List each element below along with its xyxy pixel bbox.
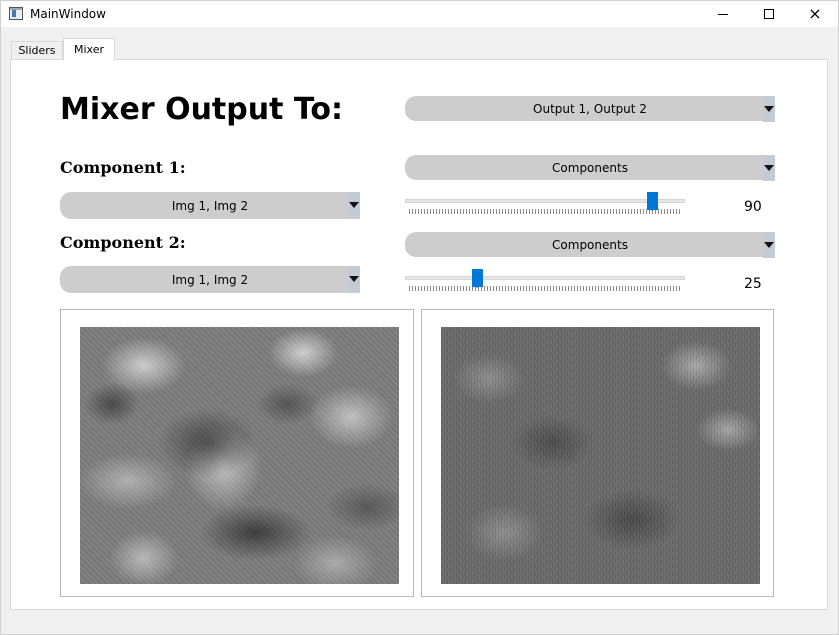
- slider-ticks: [409, 286, 681, 291]
- component-2-label: Component 2:: [60, 233, 186, 252]
- minimize-icon: [718, 13, 728, 15]
- slider-ticks: [409, 209, 681, 214]
- component-1-image-value: Img 1, Img 2: [171, 198, 249, 213]
- output-1-view: [80, 327, 399, 584]
- component-2-image-select[interactable]: Img 1, Img 2: [60, 266, 360, 293]
- component-2-image-value: Img 1, Img 2: [171, 272, 249, 287]
- component-1-type-select[interactable]: Components: [405, 155, 775, 181]
- tab-mixer[interactable]: Mixer: [63, 38, 115, 60]
- component-2-type-select[interactable]: Components: [405, 232, 775, 258]
- chevron-down-icon[interactable]: [763, 96, 775, 122]
- maximize-button[interactable]: [746, 1, 792, 27]
- tab-sliders[interactable]: Sliders: [11, 41, 63, 59]
- main-window: MainWindow × Sliders Mixer Mixer Output …: [0, 0, 839, 635]
- output-2-view: [441, 327, 760, 584]
- mixer-output-heading: Mixer Output To:: [60, 92, 343, 127]
- component-2-type-value: Components: [552, 237, 628, 252]
- title-bar[interactable]: MainWindow ×: [1, 1, 838, 27]
- component-2-slider[interactable]: [405, 269, 685, 293]
- component-1-type-value: Components: [552, 160, 628, 175]
- component-1-label: Component 1:: [60, 158, 186, 177]
- window-title: MainWindow: [30, 7, 106, 21]
- chevron-down-icon[interactable]: [763, 232, 775, 258]
- minimize-button[interactable]: [700, 1, 746, 27]
- output-2-frame: [421, 309, 774, 597]
- slider-handle[interactable]: [647, 192, 659, 211]
- close-button[interactable]: ×: [792, 1, 838, 27]
- chevron-down-icon[interactable]: [348, 192, 360, 218]
- app-window-icon: [9, 7, 23, 20]
- component-2-slider-value: 25: [744, 276, 762, 292]
- close-icon: ×: [808, 4, 822, 23]
- maximize-icon: [764, 9, 774, 19]
- slider-track[interactable]: [405, 199, 685, 203]
- component-1-slider[interactable]: [405, 192, 685, 216]
- slider-track[interactable]: [405, 276, 685, 280]
- chevron-down-icon[interactable]: [348, 266, 360, 292]
- output-select[interactable]: Output 1, Output 2: [405, 96, 775, 122]
- output-1-frame: [60, 309, 414, 597]
- component-1-image-select[interactable]: Img 1, Img 2: [60, 192, 360, 219]
- chevron-down-icon[interactable]: [763, 155, 775, 181]
- component-1-slider-value: 90: [744, 199, 762, 215]
- slider-handle[interactable]: [472, 269, 484, 288]
- output-select-value: Output 1, Output 2: [533, 101, 647, 116]
